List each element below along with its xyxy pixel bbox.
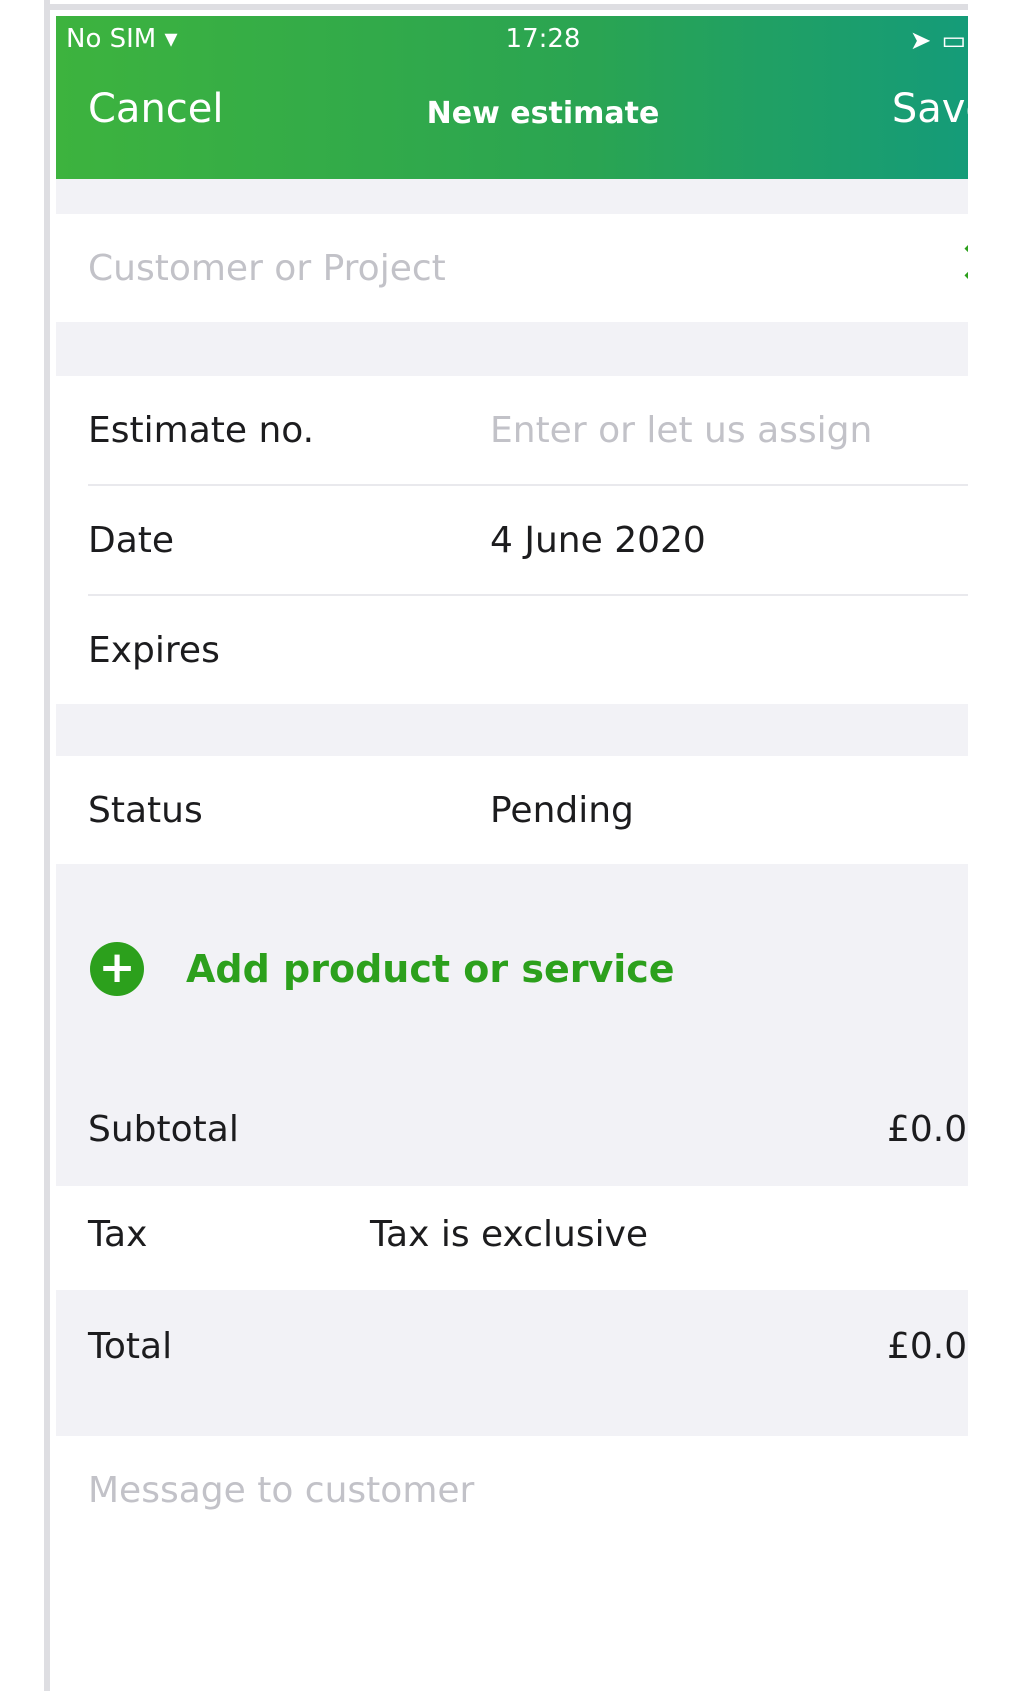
window-frame-top <box>50 0 1031 10</box>
expires-label: Expires <box>88 629 220 671</box>
cancel-button[interactable]: Cancel <box>88 86 224 132</box>
estimate-no-field[interactable]: Enter or let us assign <box>490 410 872 451</box>
customer-or-project-row[interactable]: Customer or Project <box>56 214 1030 322</box>
window-frame-left <box>0 0 50 1691</box>
screen-mirror-icon: ▭ <box>941 26 966 56</box>
status-label: Status <box>88 789 203 831</box>
status-row[interactable]: Status Pending <box>56 756 1030 864</box>
estimate-no-row[interactable]: Estimate no. Enter or let us assign <box>56 376 1030 484</box>
message-placeholder: Message to customer <box>88 1469 475 1511</box>
date-value[interactable]: 4 June 2020 <box>490 520 706 561</box>
navigation-bar: Cancel New estimate Save <box>56 86 1030 146</box>
expires-row[interactable]: Expires <box>56 596 1030 704</box>
app-header: No SIM ▾ 17:28 ➤ ▭ Cancel New estimate S… <box>56 16 1030 179</box>
total-row: Total £0.00 <box>56 1298 1030 1398</box>
phone-screen: No SIM ▾ 17:28 ➤ ▭ Cancel New estimate S… <box>56 16 1030 1691</box>
tax-row[interactable]: Tax Tax is exclusive <box>56 1186 1030 1290</box>
location-icon: ➤ <box>909 26 932 56</box>
window-frame-right <box>968 0 1031 1691</box>
estimate-details-section: Estimate no. Enter or let us assign Date… <box>56 376 1030 704</box>
customer-section: Customer or Project <box>56 214 1030 322</box>
date-label: Date <box>88 519 175 561</box>
plus-circle-icon: + <box>90 942 144 996</box>
tax-label: Tax <box>88 1214 148 1255</box>
message-section[interactable]: Message to customer <box>56 1436 1030 1691</box>
estimate-no-label: Estimate no. <box>88 409 315 451</box>
subtotal-label: Subtotal <box>88 1109 239 1150</box>
tax-value[interactable]: Tax is exclusive <box>370 1214 648 1255</box>
status-bar: No SIM ▾ 17:28 ➤ ▭ <box>66 24 1020 56</box>
add-product-button[interactable]: + Add product or service <box>56 934 1030 1004</box>
add-product-label: Add product or service <box>186 947 675 991</box>
status-time: 17:28 <box>505 24 581 54</box>
status-section: Status Pending <box>56 756 1030 864</box>
total-label: Total <box>88 1326 173 1367</box>
subtotal-row: Subtotal £0.00 <box>56 1081 1030 1181</box>
customer-or-project-placeholder: Customer or Project <box>88 247 446 289</box>
date-row[interactable]: Date 4 June 2020 <box>56 486 1030 594</box>
status-value[interactable]: Pending <box>490 790 634 831</box>
message-to-customer-field[interactable]: Message to customer <box>56 1436 1030 1544</box>
